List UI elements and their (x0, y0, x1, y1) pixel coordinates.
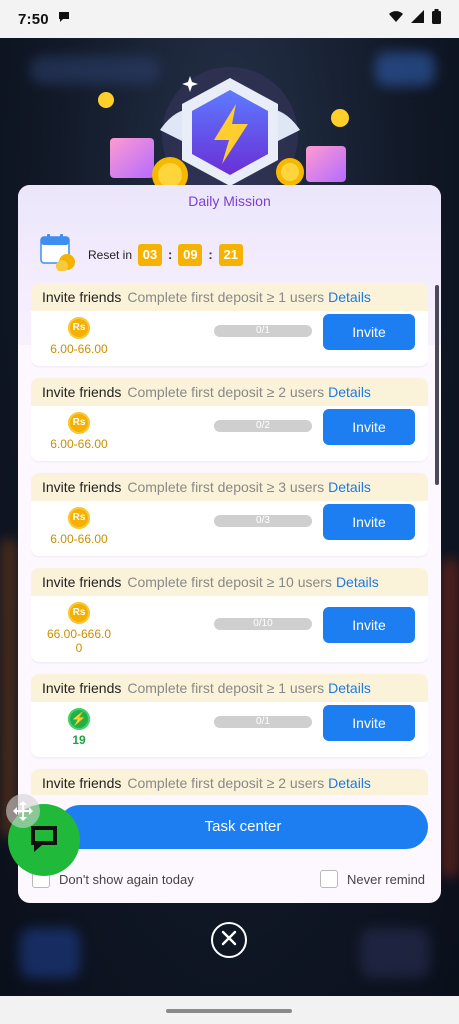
reset-label: Reset in (88, 247, 133, 262)
mission-description: Complete first deposit ≥ 3 users (127, 479, 325, 495)
details-link[interactable]: Details (328, 680, 371, 696)
mission-body: Rs 66.00-666.0 0 0/10 Invite (31, 596, 428, 662)
mission-body: Rs 6.00-66.00 0/2 Invite (31, 406, 428, 461)
progress-bar: 0/1 (214, 325, 312, 337)
mission-header: Invite friends Complete first deposit ≥ … (31, 769, 428, 795)
signal-icon (411, 10, 425, 28)
status-time: 7:50 (18, 10, 49, 28)
chat-notification-icon (57, 10, 71, 29)
mission-description: Complete first deposit ≥ 2 users (127, 775, 325, 791)
status-icons (388, 9, 441, 29)
progress-bar: 0/2 (214, 420, 312, 432)
invite-button[interactable]: Invite (323, 409, 415, 445)
status-bar: 7:50 (0, 0, 459, 38)
mission-card: Invite friends Complete first deposit ≥ … (31, 769, 428, 795)
rupee-coin-icon: Rs (68, 507, 90, 529)
mission-body: Rs 6.00-66.00 0/1 Invite (31, 311, 428, 366)
daily-mission-dialog: Daily Mission Reset in 03 : 09 : 21 Invi… (18, 185, 441, 903)
never-remind-option[interactable]: Never remind (320, 870, 425, 888)
mission-type: Invite friends (42, 775, 122, 791)
reward-amount: 6.00-66.00 (50, 437, 108, 451)
reward-amount-line2: 0 (75, 641, 83, 655)
invite-button[interactable]: Invite (323, 314, 415, 350)
details-link[interactable]: Details (336, 574, 379, 590)
mission-body: Rs 6.00-66.00 0/3 Invite (31, 501, 428, 556)
mission-description: Complete first deposit ≥ 1 users (127, 680, 325, 696)
battery-icon (432, 9, 441, 29)
mission-card: Invite friends Complete first deposit ≥ … (31, 473, 428, 556)
mission-type: Invite friends (42, 479, 122, 495)
task-center-button[interactable]: Task center (58, 805, 428, 849)
invite-button[interactable]: Invite (323, 504, 415, 540)
never-remind-label: Never remind (347, 871, 426, 887)
timer-minutes: 09 (178, 243, 203, 266)
scrollbar[interactable] (435, 285, 439, 485)
never-remind-checkbox[interactable] (320, 870, 338, 888)
mission-header: Invite friends Complete first deposit ≥ … (31, 674, 428, 702)
invite-button[interactable]: Invite (323, 607, 415, 643)
calendar-coins-icon (40, 233, 76, 276)
close-icon (221, 930, 237, 951)
rupee-coin-icon: Rs (68, 412, 90, 434)
mission-badge-illustration (90, 60, 370, 203)
home-gesture-handle[interactable] (166, 1009, 292, 1013)
drag-move-icon[interactable] (6, 794, 40, 828)
mission-header: Invite friends Complete first deposit ≥ … (31, 378, 428, 406)
mission-description: Complete first deposit ≥ 1 users (127, 289, 325, 305)
mission-card: Invite friends Complete first deposit ≥ … (31, 568, 428, 662)
invite-button[interactable]: Invite (323, 705, 415, 741)
mission-list[interactable]: Invite friends Complete first deposit ≥ … (31, 283, 428, 795)
mission-header: Invite friends Complete first deposit ≥ … (31, 473, 428, 501)
timer-separator: : (168, 247, 173, 262)
mission-header: Invite friends Complete first deposit ≥ … (31, 568, 428, 596)
mission-card: Invite friends Complete first deposit ≥ … (31, 674, 428, 757)
details-link[interactable]: Details (328, 384, 371, 400)
reward-amount-line1: 66.00-666.0 (46, 627, 112, 641)
mission-type: Invite friends (42, 574, 122, 590)
timer-separator: : (208, 247, 213, 262)
mission-description: Complete first deposit ≥ 2 users (127, 384, 325, 400)
timer-hours: 03 (138, 243, 163, 266)
wifi-icon (388, 10, 404, 28)
reward-amount: 19 (72, 733, 86, 747)
mission-type: Invite friends (42, 680, 122, 696)
progress-bar: 0/10 (214, 618, 312, 630)
progress-bar: 0/3 (214, 515, 312, 527)
mission-description: Complete first deposit ≥ 10 users (127, 574, 332, 590)
mission-header: Invite friends Complete first deposit ≥ … (31, 283, 428, 311)
dialog-title: Daily Mission (188, 193, 271, 209)
details-link[interactable]: Details (328, 289, 371, 305)
reward: Rs 6.00-66.00 (43, 412, 115, 451)
mission-type: Invite friends (42, 384, 122, 400)
reset-countdown: Reset in 03 : 09 : 21 (40, 233, 243, 276)
reward-amount: 6.00-66.00 (50, 532, 108, 546)
reward: ⚡ 19 (43, 708, 115, 747)
rupee-coin-icon: Rs (68, 602, 90, 624)
details-link[interactable]: Details (328, 775, 371, 791)
reward: Rs 6.00-66.00 (43, 507, 115, 546)
energy-bolt-icon: ⚡ (68, 708, 90, 730)
mission-body: ⚡ 19 0/1 Invite (31, 702, 428, 757)
close-button[interactable] (211, 922, 247, 958)
system-nav-bar (0, 996, 459, 1024)
rupee-coin-icon: Rs (68, 317, 90, 339)
mission-type: Invite friends (42, 289, 122, 305)
reward-amount: 6.00-66.00 (50, 342, 108, 356)
timer-seconds: 21 (218, 243, 243, 266)
progress-bar: 0/1 (214, 716, 312, 728)
reward: Rs 66.00-666.0 0 (39, 602, 119, 655)
mission-card: Invite friends Complete first deposit ≥ … (31, 378, 428, 461)
dont-show-label: Don't show again today (59, 871, 194, 887)
reward: Rs 6.00-66.00 (43, 317, 115, 356)
details-link[interactable]: Details (328, 479, 371, 495)
mission-card: Invite friends Complete first deposit ≥ … (31, 283, 428, 366)
